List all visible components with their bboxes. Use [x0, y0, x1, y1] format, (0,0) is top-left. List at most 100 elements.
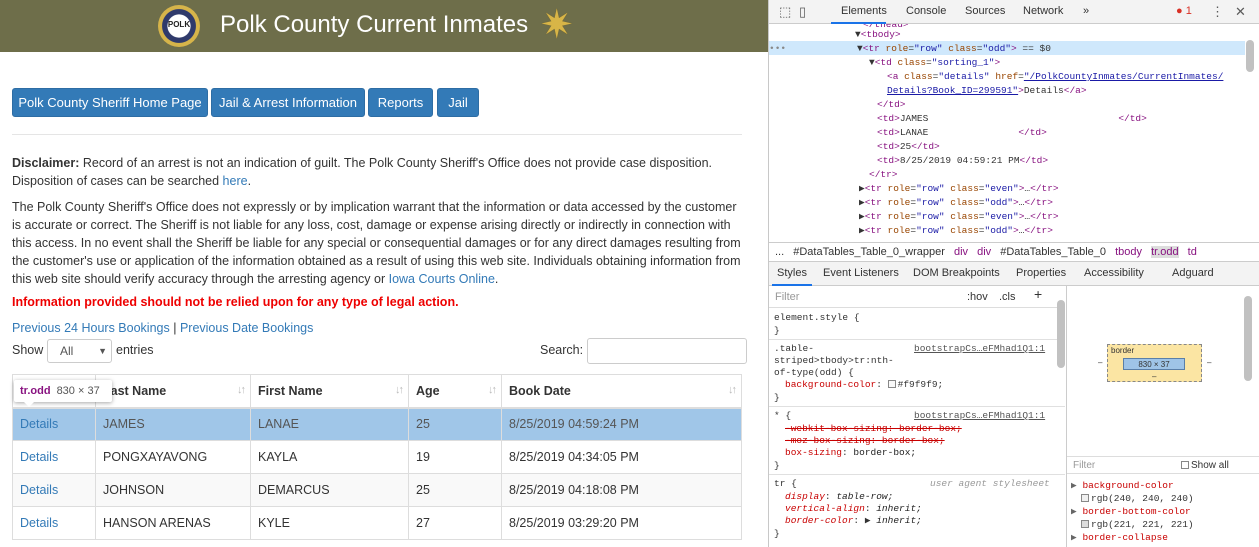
dom-scrollbar[interactable] — [1246, 40, 1254, 72]
first-name-cell: KYLE — [250, 506, 409, 540]
details-link[interactable]: Details — [20, 516, 58, 530]
tab-accessibility[interactable]: Accessibility — [1084, 262, 1144, 284]
search-input[interactable] — [587, 338, 747, 364]
nav-jail-arrest-button[interactable]: Jail & Arrest Information — [211, 88, 365, 117]
device-toggle-icon[interactable]: ▯ — [799, 4, 806, 20]
previous-date-link[interactable]: Previous Date Bookings — [180, 321, 313, 335]
tab-elements[interactable]: Elements — [841, 5, 887, 17]
entries-label: entries — [116, 343, 154, 357]
page-title: Polk County Current Inmates — [220, 11, 529, 38]
divider — [12, 134, 742, 135]
styles-pane: Filter :hov .cls + element.style { } .ta… — [769, 286, 1065, 547]
last-name-cell: HANSON ARENAS — [95, 506, 251, 540]
table-row: Details JAMES LANAE 25 8/25/2019 04:59:2… — [12, 407, 742, 441]
cls-toggle[interactable]: .cls — [999, 291, 1016, 304]
age-cell: 25 — [408, 407, 502, 441]
first-name-cell: DEMARCUS — [250, 473, 409, 507]
nav-jail-button[interactable]: Jail — [437, 88, 479, 117]
age-cell: 19 — [408, 440, 502, 474]
column-header-book-date[interactable]: Book Date ↓↑ — [501, 374, 742, 409]
details-link[interactable]: Details — [20, 483, 58, 497]
legal-warning: Information provided should not be relie… — [12, 295, 459, 309]
details-link[interactable]: Details — [20, 417, 58, 431]
styles-filter-input[interactable]: Filter — [775, 291, 799, 304]
table-row: Details HANSON ARENAS KYLE 27 8/25/2019 … — [12, 506, 742, 540]
county-logo: POLK — [158, 5, 200, 47]
breadcrumb-item[interactable]: tbody — [1115, 246, 1142, 258]
devtools-panel: ⬚ ▯ Elements Console Sources Network » ●… — [769, 0, 1259, 547]
devtools-toolbar: ⬚ ▯ Elements Console Sources Network » ●… — [769, 0, 1259, 24]
error-badge[interactable]: ● 1 — [1176, 5, 1192, 17]
styles-subtabs: Styles Event Listeners DOM Breakpoints P… — [769, 262, 1259, 286]
breadcrumb-item[interactable]: tr.odd — [1151, 246, 1179, 258]
booking-links: Previous 24 Hours Bookings | Previous Da… — [12, 321, 314, 335]
nav-reports-button[interactable]: Reports — [368, 88, 433, 117]
inspect-tooltip: tr.odd 830 × 37 — [14, 380, 112, 407]
liability-text: The Polk County Sheriff's Office does no… — [12, 200, 741, 286]
sort-icon: ↓↑ — [237, 384, 246, 396]
more-tabs-button[interactable]: » — [1083, 5, 1089, 17]
disclaimer: Disclaimer: Record of an arrest is not a… — [12, 156, 713, 188]
first-name-cell: KAYLA — [250, 440, 409, 474]
age-cell: 27 — [408, 506, 502, 540]
tab-console[interactable]: Console — [906, 5, 946, 17]
tab-styles[interactable]: Styles — [777, 262, 807, 284]
disclaimer-here-link[interactable]: here — [223, 174, 248, 188]
table-row: Details PONGXAYAVONG KAYLA 19 8/25/2019 … — [12, 440, 742, 474]
entries-select[interactable]: All ▼ — [47, 339, 112, 363]
computed-filter-input[interactable]: Filter — [1073, 460, 1095, 471]
inspect-element-icon[interactable]: ⬚ — [779, 4, 791, 20]
close-icon[interactable]: ✕ — [1235, 4, 1246, 20]
tab-event-listeners[interactable]: Event Listeners — [823, 262, 899, 284]
book-date-cell: 8/25/2019 04:34:05 PM — [501, 440, 742, 474]
breadcrumb-item[interactable]: #DataTables_Table_0_wrapper — [793, 246, 945, 258]
details-link[interactable]: Details — [20, 450, 58, 464]
tab-sources[interactable]: Sources — [965, 5, 1005, 17]
breadcrumb-item[interactable]: ... — [775, 246, 784, 258]
sort-icon: ↓↑ — [728, 384, 737, 396]
last-name-cell: PONGXAYAVONG — [95, 440, 251, 474]
previous-24-hours-link[interactable]: Previous 24 Hours Bookings — [12, 321, 170, 335]
tab-dom-breakpoints[interactable]: DOM Breakpoints — [913, 262, 1000, 284]
chevron-down-icon: ▼ — [98, 346, 107, 356]
inmates-table: Last Name ↓↑ First Name ↓↑ Age ↓↑ Book Date… — [12, 374, 742, 540]
box-model-diagram: border – – 830 × 37 – — [1098, 344, 1212, 382]
dom-tree: </thead> ▼<tbody> ••• ▼<tr role="row" cl… — [769, 24, 1245, 242]
tab-network[interactable]: Network — [1023, 5, 1063, 17]
book-date-cell: 8/25/2019 03:29:20 PM — [501, 506, 742, 540]
kebab-menu-icon[interactable]: ⋮ — [1211, 4, 1224, 20]
breadcrumb-item[interactable]: #DataTables_Table_0 — [1000, 246, 1106, 258]
hov-toggle[interactable]: :hov — [967, 291, 988, 304]
new-rule-button[interactable]: + — [1034, 287, 1042, 300]
tab-adguard[interactable]: Adguard — [1172, 262, 1214, 284]
first-name-cell: LANAE — [250, 407, 409, 441]
sort-icon: ↓↑ — [395, 384, 404, 396]
show-label: Show — [12, 343, 44, 357]
column-header-age[interactable]: Age ↓↑ — [408, 374, 502, 409]
iowa-courts-link[interactable]: Iowa Courts Online — [389, 272, 495, 286]
breadcrumb-item[interactable]: td — [1188, 246, 1197, 258]
book-date-cell: 8/25/2019 04:59:24 PM — [501, 407, 742, 441]
sort-icon: ↓↑ — [488, 384, 497, 396]
webpage: POLK Polk County Current Inmates ✷ Polk … — [0, 0, 768, 547]
computed-scrollbar[interactable] — [1244, 296, 1252, 381]
table-row: Details JOHNSON DEMARCUS 25 8/25/2019 04… — [12, 473, 742, 507]
nav-sheriff-home-button[interactable]: Polk County Sheriff Home Page — [12, 88, 208, 117]
sheriff-star-icon: ✷ — [540, 3, 574, 47]
tab-properties[interactable]: Properties — [1016, 262, 1066, 284]
book-date-cell: 8/25/2019 04:18:08 PM — [501, 473, 742, 507]
last-name-cell: JAMES — [95, 407, 251, 441]
styles-filter: Filter :hov .cls + — [769, 286, 1065, 308]
search-label: Search: — [540, 343, 584, 357]
last-name-cell: JOHNSON — [95, 473, 251, 507]
breadcrumb-item[interactable]: div — [954, 246, 968, 258]
site-header: POLK Polk County Current Inmates ✷ — [0, 0, 768, 52]
breadcrumb-item[interactable]: div — [977, 246, 991, 258]
box-model-pane: border – – 830 × 37 – Filter Show all ▶ … — [1066, 286, 1259, 547]
breadcrumb: ... #DataTables_Table_0_wrapper div div … — [769, 242, 1259, 262]
show-all-checkbox[interactable]: Show all — [1181, 460, 1229, 471]
styles-scrollbar[interactable] — [1057, 300, 1065, 368]
age-cell: 25 — [408, 473, 502, 507]
column-header-first-name[interactable]: First Name ↓↑ — [250, 374, 409, 409]
column-header-last-name[interactable]: Last Name ↓↑ — [95, 374, 251, 409]
